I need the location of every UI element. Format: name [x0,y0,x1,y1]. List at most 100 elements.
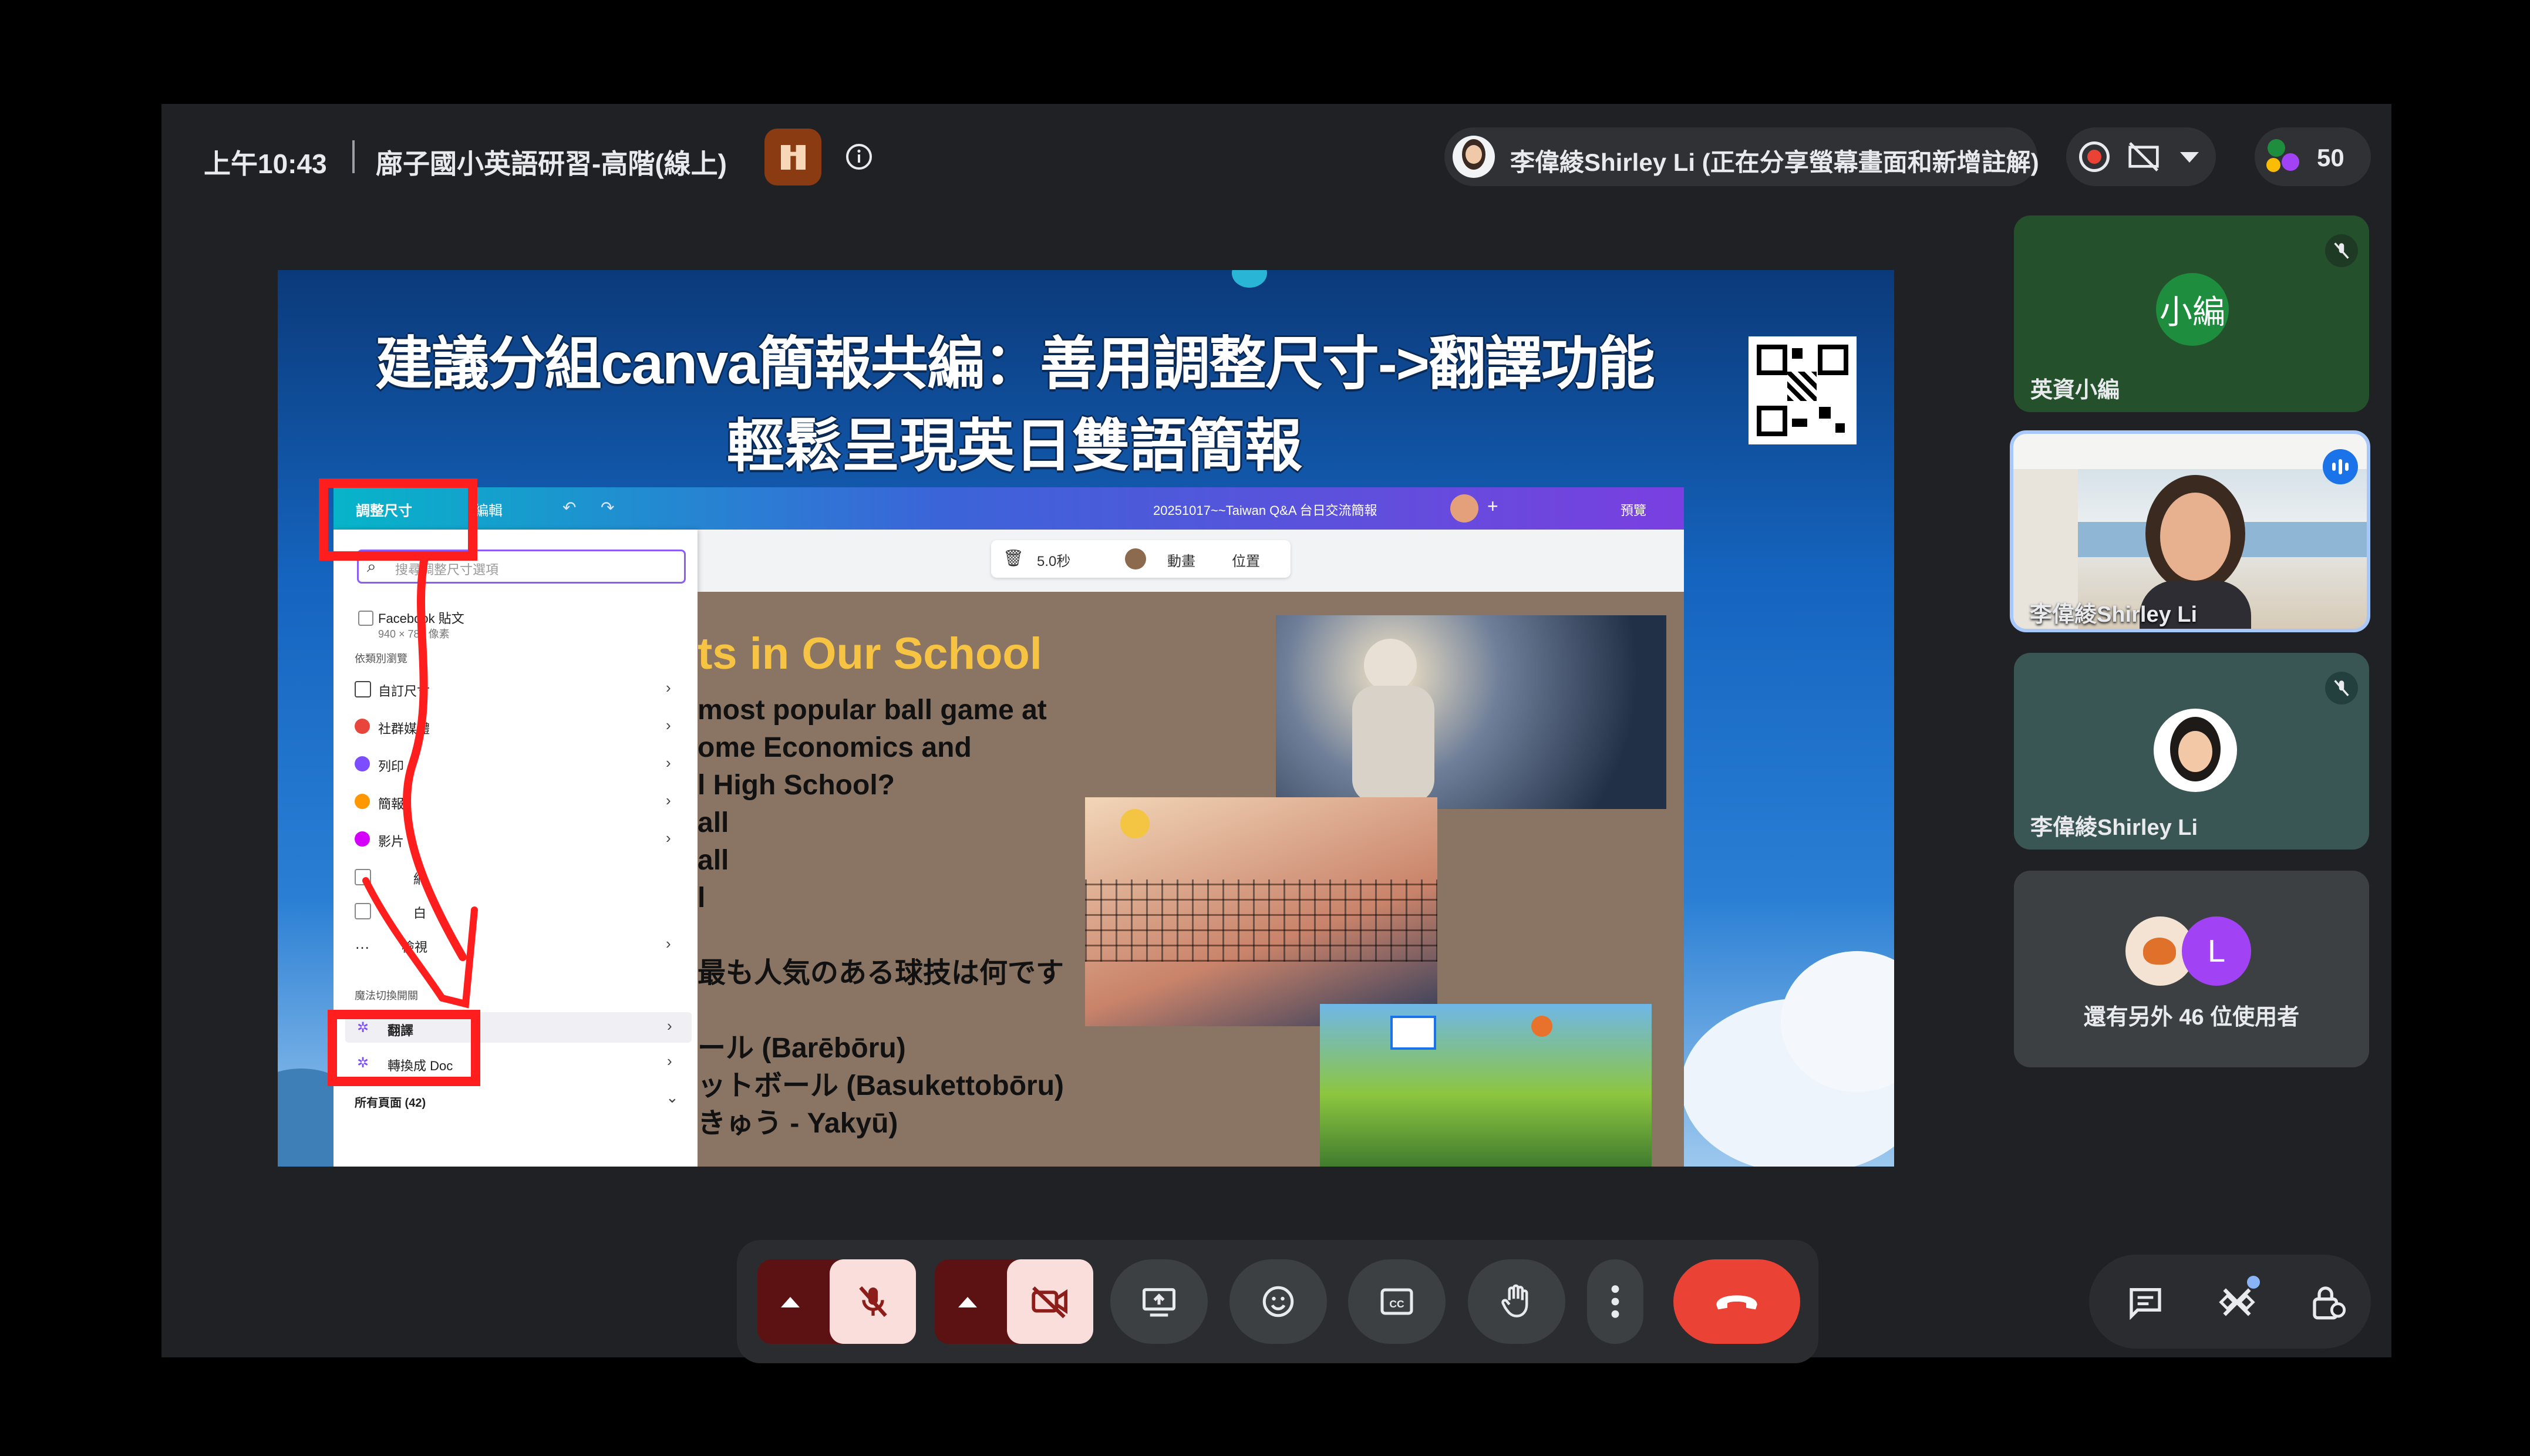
participant-name: 李偉綾Shirley Li [2030,815,2198,840]
meeting-info-icon[interactable] [843,140,875,173]
emoji-icon [1262,1286,1294,1317]
slide-title: 建議分組canva簡報共編：善用調整尺寸->翻譯功能 [375,331,1655,396]
shared-screen: 建議分組canva簡報共編：善用調整尺寸->翻譯功能 輕鬆呈現英日雙語簡報 調整… [278,270,1894,1167]
hang-up-icon [1716,1295,1757,1310]
presenter-avatar [1453,136,1495,178]
speaking-indicator-icon [2323,449,2358,484]
all-pages-label[interactable]: 所有頁面 (42) [355,1093,426,1110]
captions-icon: CC [1380,1288,1413,1315]
element-toolbar: 🗑 5.0秒 動畫 位置 [991,540,1291,578]
chevron-up-icon[interactable] [781,1297,800,1307]
add-icon[interactable]: + [1487,496,1498,517]
slide-line: l [698,882,706,914]
undo-icon[interactable]: ↶ [562,498,576,517]
present-screen-button[interactable] [1110,1259,1208,1344]
animate-button[interactable]: 動畫 [1167,550,1195,570]
recording-controls[interactable] [2066,127,2216,186]
divider [352,140,355,173]
people-icon [2268,139,2285,157]
people-icon-2 [2282,153,2299,171]
slide-line: ットボール (Basukettobōru) [698,1070,1064,1101]
activities-icon [2219,1288,2255,1316]
host-controls-icon[interactable] [764,129,821,186]
color-swatch[interactable] [1125,548,1146,569]
letter-avatar: L [2182,916,2251,986]
activities-button[interactable] [2205,1270,2269,1334]
end-call-button[interactable] [1673,1259,1800,1344]
hand-icon [1501,1284,1528,1317]
annotation-box [319,478,477,561]
participant-tile-active[interactable]: 李偉綾Shirley Li [2010,430,2370,632]
more-options-button[interactable] [1587,1259,1643,1344]
collaborator-avatar[interactable] [1450,494,1478,523]
mic-group [757,1259,916,1344]
slide-heading: ts in Our School [698,629,1042,679]
notification-dot [2247,1276,2260,1289]
chevron-down-icon[interactable]: ⌄ [666,1088,679,1107]
position-button[interactable]: 位置 [1232,550,1260,570]
redo-icon[interactable]: ↷ [601,498,614,517]
mic-off-icon [2325,672,2358,705]
clock: 上午10:43 [204,149,327,179]
raise-hand-button[interactable] [1468,1259,1565,1344]
slide-line: most popular ball game at [698,695,1047,726]
person-face [2160,493,2231,581]
trash-icon[interactable]: 🗑 [1003,548,1024,568]
participant-tile[interactable]: 小編 英資小編 [2014,215,2369,412]
chat-icon [2130,1288,2161,1320]
canva-editor: 調整尺寸 編輯 ↶ ↷ 20251017~~Taiwan Q&A 台日交流簡報 … [333,487,1684,1167]
basketball-photo [1320,1004,1652,1167]
volleyball-photo [1085,797,1437,1026]
slide-line: 最も人気のある球技は何です [698,958,1064,989]
presenter-chip[interactable]: 李偉綾Shirley Li (正在分享螢幕畫面和新增註解) [1444,127,2039,186]
preview-button[interactable]: 預覽 [1621,500,1646,519]
people-icon-3 [2266,158,2280,172]
host-lock-button[interactable] [2296,1270,2361,1334]
baseball-photo [1276,615,1666,809]
avatar [2154,709,2237,792]
others-label: 還有另外 46 位使用者 [2083,1005,2300,1030]
camera-off-icon [1031,1286,1067,1319]
presenter-status: 李偉綾Shirley Li (正在分享螢幕畫面和新增註解) [1510,149,2039,176]
meeting-title: 廍子國小英語研習-高階(線上) [376,149,727,179]
canva-toolbar: 調整尺寸 編輯 ↶ ↷ 20251017~~Taiwan Q&A 台日交流簡報 … [333,487,1684,530]
captions-button[interactable]: CC [1348,1259,1446,1344]
camera-toggle-button[interactable] [1007,1259,1093,1344]
slide-line: ome Economics and [698,732,972,763]
no-recording-icon[interactable] [2127,141,2160,172]
slide-subtitle: 輕鬆呈現英日雙語簡報 [726,413,1302,478]
slide-line: all [698,845,729,876]
participant-name: 英資小編 [2030,378,2120,403]
mic-toggle-button[interactable] [830,1259,916,1344]
participant-count: 50 [2317,144,2344,171]
reactions-button[interactable] [1229,1259,1327,1344]
duration[interactable]: 5.0秒 [1037,550,1070,570]
lock-person-icon [2313,1286,2346,1320]
mic-off-icon [2325,234,2358,267]
record-icon[interactable] [2079,141,2110,172]
canva-doc-title: 20251017~~Taiwan Q&A 台日交流簡報 [1153,503,1377,518]
slide-canvas: ts in Our School most popular ball game … [698,592,1684,1167]
present-icon [1143,1288,1175,1317]
slide-dot [1232,270,1267,288]
slide-body: most popular ball game at ome Economics … [698,692,1109,1142]
avatar: 小編 [2156,273,2229,346]
slide-line: きゅう - Yakyū) [698,1108,898,1139]
camera-group [935,1259,1093,1344]
edit-menu[interactable]: 編輯 [474,499,503,520]
annotation-arrow [362,554,478,1009]
mic-off-icon [858,1286,887,1317]
participants-button[interactable]: 50 [2255,127,2371,186]
background-roof [2013,434,2367,469]
chevron-down-icon[interactable] [2180,152,2199,163]
participant-name: 李偉綾Shirley Li [2030,602,2198,627]
slide-line: ール (Barēbōru) [698,1033,906,1064]
more-vert-icon [1611,1285,1619,1318]
participant-tile[interactable]: 李偉綾Shirley Li [2014,653,2369,850]
meet-window: 上午10:43 廍子國小英語研習-高階(線上) 李偉綾Shirley Li (正… [161,104,2391,1363]
slide-line: l High School? [698,770,895,801]
others-tile[interactable]: L 還有另外 46 位使用者 [2014,871,2369,1067]
chat-button[interactable] [2113,1270,2178,1334]
qr-code [1749,336,1857,444]
chevron-up-icon[interactable] [958,1297,977,1307]
